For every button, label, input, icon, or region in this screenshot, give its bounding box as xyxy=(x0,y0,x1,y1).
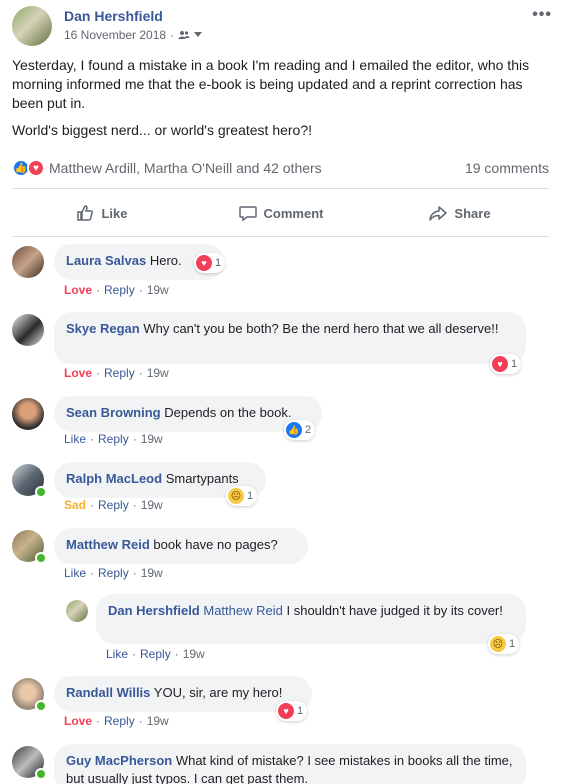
commenter-avatar[interactable] xyxy=(12,398,44,430)
comment-reaction-count[interactable]: ☹ 1 xyxy=(226,486,258,506)
comment-reaction-count[interactable]: ♥ 1 xyxy=(276,701,308,721)
comment-text: Why can't you be both? Be the nerd hero … xyxy=(143,321,499,336)
divider xyxy=(12,236,549,237)
comment-time[interactable]: 19w xyxy=(147,283,169,297)
sad-reaction-icon: ☹ xyxy=(228,488,244,504)
author-avatar[interactable] xyxy=(12,6,52,46)
post-paragraph: World's biggest nerd... or world's great… xyxy=(12,122,313,138)
friends-icon[interactable] xyxy=(178,30,191,40)
reply-link[interactable]: Reply xyxy=(98,432,129,446)
comment-actions: Like · Reply · 19w xyxy=(64,432,163,446)
comment-reaction-label[interactable]: Sad xyxy=(64,498,86,512)
commenter-avatar[interactable] xyxy=(12,246,44,278)
comment-bubble: Guy MacPherson What kind of mistake? I s… xyxy=(54,744,526,784)
like-label: Like xyxy=(101,205,128,221)
thumbs-up-icon xyxy=(77,205,94,221)
post-paragraph: Yesterday, I found a mistake in a book I… xyxy=(12,57,530,111)
more-options-icon[interactable]: ••• xyxy=(532,6,552,24)
commenter-name[interactable]: Ralph MacLeod xyxy=(66,471,162,486)
comment-time[interactable]: 19w xyxy=(183,647,205,661)
comment-reaction-count[interactable]: ♥ 1 xyxy=(490,354,522,374)
comment-reaction-count[interactable]: ♥ 1 xyxy=(194,253,226,273)
mention-link[interactable]: Matthew Reid xyxy=(203,603,282,618)
commenter-name[interactable]: Matthew Reid xyxy=(66,537,150,552)
comment-label: Comment xyxy=(263,205,324,221)
online-status-indicator xyxy=(35,768,47,780)
like-reaction-icon: 👍 xyxy=(286,422,302,438)
comment-reaction-label[interactable]: Like xyxy=(64,432,86,446)
share-icon xyxy=(429,206,448,221)
comment-time[interactable]: 19w xyxy=(141,498,163,512)
dot-separator: · xyxy=(170,28,175,42)
reply-link[interactable]: Reply xyxy=(98,498,129,512)
post-body: Yesterday, I found a mistake in a book I… xyxy=(12,56,552,148)
comment-actions: Love · Reply · 19w xyxy=(64,283,169,297)
comment-actions: Love · Reply · 19w xyxy=(64,714,169,728)
reactors-list[interactable]: Matthew Ardill, Martha O'Neill and 42 ot… xyxy=(49,160,322,176)
reply-link[interactable]: Reply xyxy=(98,566,129,580)
reaction-icons[interactable]: 👍 ♥ xyxy=(12,159,45,177)
chevron-down-icon[interactable] xyxy=(194,32,203,38)
like-button[interactable]: Like xyxy=(12,196,191,230)
online-status-indicator xyxy=(35,700,47,712)
comment-text: Hero. xyxy=(149,253,182,268)
love-reaction-icon: ♥ xyxy=(196,255,212,271)
comment-time[interactable]: 19w xyxy=(141,432,163,446)
post-date[interactable]: 16 November 2018 xyxy=(64,28,166,42)
comment-like-link[interactable]: Like xyxy=(64,566,86,580)
reply-author-avatar[interactable] xyxy=(66,600,88,622)
comment-reaction-label[interactable]: Love xyxy=(64,366,92,380)
commenter-name[interactable]: Guy MacPherson xyxy=(66,753,172,768)
comment-time[interactable]: 19w xyxy=(141,566,163,580)
comment-bubble: Sean Browning Depends on the book. xyxy=(54,396,322,432)
reply-link[interactable]: Reply xyxy=(140,647,171,661)
sad-reaction-icon: ☹ xyxy=(490,636,506,652)
comment-reaction-label[interactable]: Love xyxy=(64,283,92,297)
reply-link[interactable]: Reply xyxy=(104,283,135,297)
comment-bubble: Skye Regan Why can't you be both? Be the… xyxy=(54,312,526,364)
love-reaction-icon: ♥ xyxy=(278,703,294,719)
love-reaction-icon: ♥ xyxy=(492,356,508,372)
post-meta: 16 November 2018 · xyxy=(64,28,203,42)
comment-actions: Sad · Reply · 19w xyxy=(64,498,163,512)
commenter-name[interactable]: Dan Hershfield xyxy=(108,603,200,618)
commenter-avatar[interactable] xyxy=(12,314,44,346)
commenter-name[interactable]: Laura Salvas xyxy=(66,253,146,268)
comment-actions: Like · Reply · 19w xyxy=(64,566,163,580)
comment-reaction-count[interactable]: ☹ 1 xyxy=(488,634,520,654)
reactions-summary: 👍 ♥ Matthew Ardill, Martha O'Neill and 4… xyxy=(12,158,549,178)
comment-icon xyxy=(238,206,257,222)
commenter-name[interactable]: Skye Regan xyxy=(66,321,140,336)
reply-link[interactable]: Reply xyxy=(104,714,135,728)
comment-text: YOU, sir, are my hero! xyxy=(153,685,283,700)
comment-text: Smartypants xyxy=(165,471,239,486)
post-author-name[interactable]: Dan Hershfield xyxy=(64,8,163,24)
action-bar: Like Comment Share xyxy=(12,196,549,230)
comment-button[interactable]: Comment xyxy=(191,196,370,230)
share-label: Share xyxy=(454,205,491,221)
share-button[interactable]: Share xyxy=(370,196,549,230)
comment-time[interactable]: 19w xyxy=(147,366,169,380)
comment-actions: Love · Reply · 19w xyxy=(64,366,169,380)
comment-text: I shouldn't have judged it by its cover! xyxy=(286,603,503,618)
reply-bubble: Dan Hershfield Matthew Reid I shouldn't … xyxy=(96,594,526,644)
post-header: Dan Hershfield 16 November 2018 · ••• xyxy=(12,6,552,46)
commenter-name[interactable]: Sean Browning xyxy=(66,405,161,420)
comment-like-link[interactable]: Like xyxy=(106,647,128,661)
comment-reaction-count[interactable]: 👍 2 xyxy=(284,420,316,440)
comment-time[interactable]: 19w xyxy=(147,714,169,728)
comment-text: book have no pages? xyxy=(153,537,278,552)
comment-bubble: Matthew Reid book have no pages? xyxy=(54,528,308,564)
reply-link[interactable]: Reply xyxy=(104,366,135,380)
online-status-indicator xyxy=(35,552,47,564)
comment-actions: Like · Reply · 19w xyxy=(106,647,205,661)
comments-count[interactable]: 19 comments xyxy=(465,160,549,176)
divider xyxy=(12,188,549,189)
online-status-indicator xyxy=(35,486,47,498)
comment-bubble: Randall Willis YOU, sir, are my hero! xyxy=(54,676,312,712)
love-reaction-icon: ♥ xyxy=(27,159,45,177)
comment-reaction-label[interactable]: Love xyxy=(64,714,92,728)
commenter-name[interactable]: Randall Willis xyxy=(66,685,150,700)
comment-text: Depends on the book. xyxy=(164,405,292,420)
